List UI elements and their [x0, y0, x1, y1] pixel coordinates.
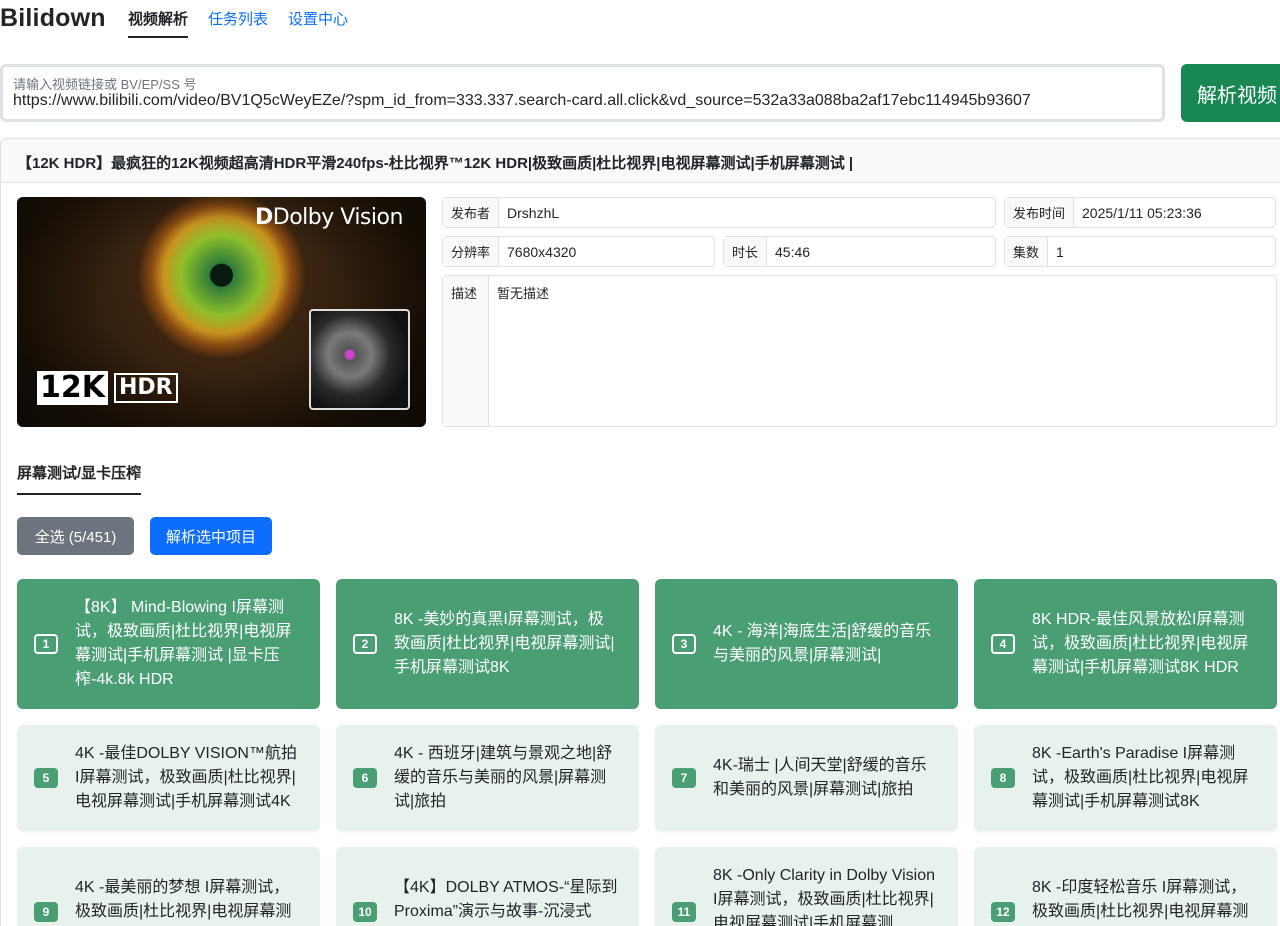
episodes-count-field: 集数 1 — [1004, 236, 1276, 267]
episode-title: 4K -最美丽的梦想 I屏幕测试，极致画质|杜比视界|电视屏幕测 — [75, 876, 300, 924]
episodes-count-label: 集数 — [1005, 237, 1048, 266]
publisher-value: DrshzhL — [499, 198, 567, 227]
episode-number: 9 — [34, 902, 58, 922]
episode-title: 4K-瑞士 |人间天堂|舒缓的音乐和美丽的风景|屏幕测试|旅拍 — [713, 754, 938, 802]
tab-settings[interactable]: 设置中心 — [288, 8, 348, 29]
episode-item[interactable]: 10 【4K】DOLBY ATMOS-“星际到Proxima”演示与故事-沉浸式 — [336, 847, 639, 926]
episode-title: 4K - 海洋|海底生活|舒缓的音乐与美丽的风景|屏幕测试| — [713, 620, 938, 668]
publisher-label: 发布者 — [443, 198, 499, 227]
episode-number: 8 — [991, 768, 1015, 788]
resolution-field: 分辨率 7680x4320 — [442, 236, 715, 267]
episode-number: 4 — [991, 634, 1015, 654]
episode-item[interactable]: 6 4K - 西班牙|建筑与景观之地|舒缓的音乐与美丽的风景|屏幕测试|旅拍 — [336, 725, 639, 831]
tab-screen-test[interactable]: 屏幕测试/显卡压榨 — [17, 462, 141, 495]
resolution-value: 7680x4320 — [499, 237, 584, 266]
description-field: 描述 暂无描述 — [442, 275, 1277, 427]
url-input-label: 请输入视频链接或 BV/EP/SS 号 — [13, 74, 196, 93]
episode-title: 4K - 西班牙|建筑与景观之地|舒缓的音乐与美丽的风景|屏幕测试|旅拍 — [394, 742, 619, 814]
episode-number: 6 — [353, 768, 377, 788]
video-title: 【12K HDR】最疯狂的12K视频超高清HDR平滑240fps-杜比视界™12… — [17, 152, 853, 173]
episode-item[interactable]: 11 8K -Only Clarity in Dolby Vision I屏幕测… — [655, 847, 958, 926]
episode-number: 11 — [672, 902, 696, 922]
episode-title: 8K -Only Clarity in Dolby Vision I屏幕测试，极… — [713, 864, 938, 926]
pubtime-label: 发布时间 — [1005, 198, 1074, 227]
resolution-label: 分辨率 — [443, 237, 499, 266]
episode-item[interactable]: 2 8K -美妙的真黑I屏幕测试，极致画质|杜比视界|电视屏幕测试|手机屏幕测试… — [336, 579, 639, 709]
episode-title: 4K -最佳DOLBY VISION™航拍I屏幕测试，极致画质|杜比视界|电视屏… — [75, 742, 300, 814]
duration-value: 45:46 — [767, 237, 818, 266]
episode-item[interactable]: 7 4K-瑞士 |人间天堂|舒缓的音乐和美丽的风景|屏幕测试|旅拍 — [655, 725, 958, 831]
episode-item[interactable]: 5 4K -最佳DOLBY VISION™航拍I屏幕测试，极致画质|杜比视界|电… — [17, 725, 320, 831]
episode-number: 1 — [34, 634, 58, 654]
episode-number: 10 — [353, 902, 377, 922]
parse-selected-button[interactable]: 解析选中项目 — [150, 517, 272, 555]
episode-number: 7 — [672, 768, 696, 788]
hdr-label: HDR — [114, 373, 178, 403]
episode-number: 2 — [353, 634, 377, 654]
thumbnail-inset-image — [309, 309, 410, 410]
pubtime-field: 发布时间 2025/1/11 05:23:36 — [1004, 197, 1276, 228]
url-input[interactable]: 请输入视频链接或 BV/EP/SS 号 https://www.bilibili… — [0, 64, 1165, 122]
episode-title: 8K -印度轻松音乐 I屏幕测试，极致画质|杜比视界|电视屏幕测 — [1032, 876, 1257, 924]
episode-item[interactable]: 9 4K -最美丽的梦想 I屏幕测试，极致画质|杜比视界|电视屏幕测 — [17, 847, 320, 926]
pubtime-value: 2025/1/11 05:23:36 — [1074, 198, 1210, 227]
select-all-button[interactable]: 全选 (5/451) — [17, 517, 134, 555]
tab-video-parse[interactable]: 视频解析 — [128, 8, 188, 38]
episode-item[interactable]: 12 8K -印度轻松音乐 I屏幕测试，极致画质|杜比视界|电视屏幕测 — [974, 847, 1277, 926]
12k-label: 12K — [37, 371, 108, 405]
episode-title: 【8K】 Mind-Blowing I屏幕测试，极致画质|杜比视界|电视屏幕测试… — [75, 596, 300, 692]
12k-hdr-badge: 12K HDR — [37, 371, 178, 405]
episode-number: 3 — [672, 634, 696, 654]
duration-field: 时长 45:46 — [723, 236, 996, 267]
dolby-vision-logo: DDolby Vision — [255, 205, 403, 230]
video-thumbnail: DDolby Vision 12K HDR — [17, 197, 426, 427]
episode-title: 8K -美妙的真黑I屏幕测试，极致画质|杜比视界|电视屏幕测试|手机屏幕测试8K — [394, 608, 619, 680]
url-input-value[interactable]: https://www.bilibili.com/video/BV1Q5cWey… — [13, 92, 1031, 110]
episode-number: 12 — [991, 902, 1015, 922]
episode-item[interactable]: 4 8K HDR-最佳风景放松I屏幕测试，极致画质|杜比视界|电视屏幕测试|手机… — [974, 579, 1277, 709]
tab-task-list[interactable]: 任务列表 — [208, 8, 268, 29]
parse-video-button[interactable]: 解析视频 — [1181, 64, 1280, 122]
publisher-field: 发布者 DrshzhL — [442, 197, 996, 228]
episode-title: 8K HDR-最佳风景放松I屏幕测试，极致画质|杜比视界|电视屏幕测试|手机屏幕… — [1032, 608, 1257, 680]
video-card-header: 【12K HDR】最疯狂的12K视频超高清HDR平滑240fps-杜比视界™12… — [1, 139, 1280, 183]
episodes-count-value: 1 — [1048, 237, 1072, 266]
episode-title: 【4K】DOLBY ATMOS-“星际到Proxima”演示与故事-沉浸式 — [394, 876, 619, 924]
duration-label: 时长 — [724, 237, 767, 266]
top-nav: Bilidown 视频解析 任务列表 设置中心 — [0, 0, 1280, 40]
brand-logo[interactable]: Bilidown — [0, 4, 106, 33]
episode-item[interactable]: 8 8K -Earth's Paradise I屏幕测试，极致画质|杜比视界|电… — [974, 725, 1277, 831]
episode-item[interactable]: 3 4K - 海洋|海底生活|舒缓的音乐与美丽的风景|屏幕测试| — [655, 579, 958, 709]
description-label: 描述 — [443, 276, 489, 426]
episode-number: 5 — [34, 768, 58, 788]
description-value: 暂无描述 — [489, 276, 557, 426]
episode-item[interactable]: 1 【8K】 Mind-Blowing I屏幕测试，极致画质|杜比视界|电视屏幕… — [17, 579, 320, 709]
episode-title: 8K -Earth's Paradise I屏幕测试，极致画质|杜比视界|电视屏… — [1032, 742, 1257, 814]
